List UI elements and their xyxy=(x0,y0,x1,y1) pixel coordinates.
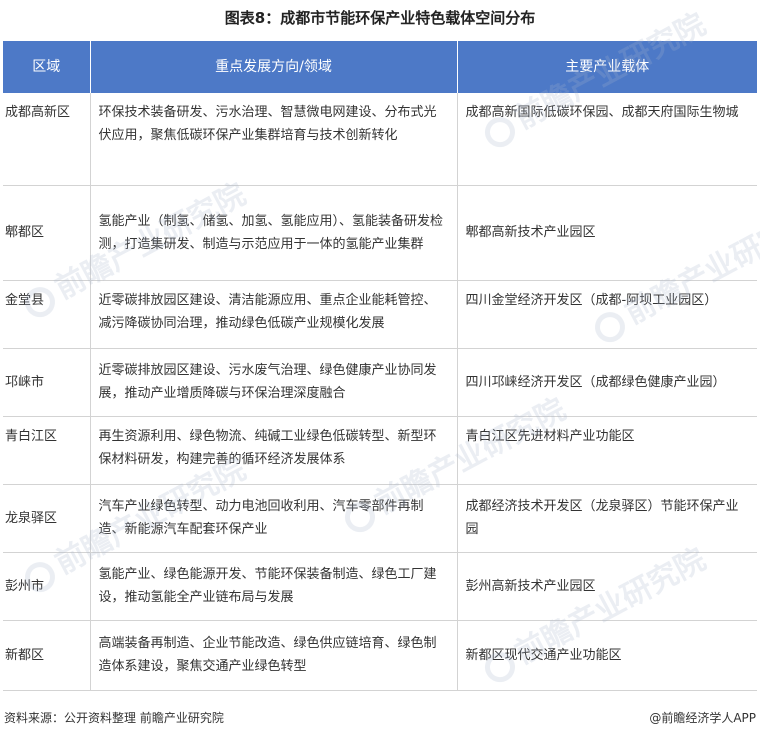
carrier-cell: 四川金堂经济开发区（成都-阿坝工业园区） xyxy=(457,280,757,349)
header-direction: 重点发展方向/领域 xyxy=(90,41,458,93)
brand-note: @前瞻经济学人APP xyxy=(649,711,756,725)
carrier-cell: 新都区现代交通产业功能区 xyxy=(457,620,757,691)
carrier-cell: 青白江区先进材料产业功能区 xyxy=(457,416,757,485)
region-cell: 成都高新区 xyxy=(3,93,91,186)
table-row: 郫都区 氢能产业（制氢、储氢、加氢、氢能应用）、氢能装备研发检测，打造集研发、制… xyxy=(3,185,757,281)
source-note: 资料来源：公开资料整理 前瞻产业研究院 xyxy=(4,711,224,725)
carrier-table: 区域 重点发展方向/领域 主要产业载体 成都高新区 环保技术装备研发、污水治理、… xyxy=(3,41,757,691)
chart-title: 图表8：成都市节能环保产业特色载体空间分布 xyxy=(224,9,536,27)
region-cell: 青白江区 xyxy=(3,416,91,485)
direction-cell: 近零碳排放园区建设、清洁能源应用、重点企业能耗管控、减污降碳协同治理，推动绿色低… xyxy=(90,280,458,349)
region-cell: 龙泉驿区 xyxy=(3,484,91,553)
region-cell: 邛崃市 xyxy=(3,348,91,417)
table-row: 彭州市 氢能产业、绿色能源开发、节能环保装备制造、绿色工厂建设，推动氢能全产业链… xyxy=(3,552,757,621)
direction-cell: 近零碳排放园区建设、污水废气治理、绿色健康产业协同发展，推动产业增质降碳与环保治… xyxy=(90,348,458,417)
region-cell: 郫都区 xyxy=(3,185,91,281)
table-row: 金堂县 近零碳排放园区建设、清洁能源应用、重点企业能耗管控、减污降碳协同治理，推… xyxy=(3,280,757,349)
header-carrier: 主要产业载体 xyxy=(457,41,757,93)
carrier-cell: 四川邛崃经济开发区（成都绿色健康产业园） xyxy=(457,348,757,417)
table-row: 成都高新区 环保技术装备研发、污水治理、智慧微电网建设、分布式光伏应用，聚焦低碳… xyxy=(3,93,757,186)
table-row: 新都区 高端装备再制造、企业节能改造、绿色供应链培育、绿色制造体系建设，聚焦交通… xyxy=(3,620,757,691)
region-cell: 新都区 xyxy=(3,620,91,691)
carrier-cell: 成都高新国际低碳环保园、成都天府国际生物城 xyxy=(457,93,757,186)
region-cell: 金堂县 xyxy=(3,280,91,349)
direction-cell: 氢能产业、绿色能源开发、节能环保装备制造、绿色工厂建设，推动氢能全产业链布局与发… xyxy=(90,552,458,621)
carrier-cell: 成都经济技术开发区（龙泉驿区）节能环保产业园 xyxy=(457,484,757,553)
region-cell: 彭州市 xyxy=(3,552,91,621)
table-row: 青白江区 再生资源利用、绿色物流、纯碱工业绿色低碳转型、新型环保材料研发，构建完… xyxy=(3,416,757,485)
carrier-cell: 郫都高新技术产业园区 xyxy=(457,185,757,281)
direction-cell: 再生资源利用、绿色物流、纯碱工业绿色低碳转型、新型环保材料研发，构建完善的循环经… xyxy=(90,416,458,485)
direction-cell: 环保技术装备研发、污水治理、智慧微电网建设、分布式光伏应用，聚焦低碳环保产业集群… xyxy=(90,93,458,186)
table-row: 邛崃市 近零碳排放园区建设、污水废气治理、绿色健康产业协同发展，推动产业增质降碳… xyxy=(3,348,757,417)
direction-cell: 高端装备再制造、企业节能改造、绿色供应链培育、绿色制造体系建设，聚焦交通产业绿色… xyxy=(90,620,458,691)
table-row: 龙泉驿区 汽车产业绿色转型、动力电池回收利用、汽车零部件再制造、新能源汽车配套环… xyxy=(3,484,757,553)
carrier-cell: 彭州高新技术产业园区 xyxy=(457,552,757,621)
table-header-row: 区域 重点发展方向/领域 主要产业载体 xyxy=(3,41,757,93)
header-region: 区域 xyxy=(3,41,91,93)
direction-cell: 氢能产业（制氢、储氢、加氢、氢能应用）、氢能装备研发检测，打造集研发、制造与示范… xyxy=(90,185,458,281)
direction-cell: 汽车产业绿色转型、动力电池回收利用、汽车零部件再制造、新能源汽车配套环保产业 xyxy=(90,484,458,553)
